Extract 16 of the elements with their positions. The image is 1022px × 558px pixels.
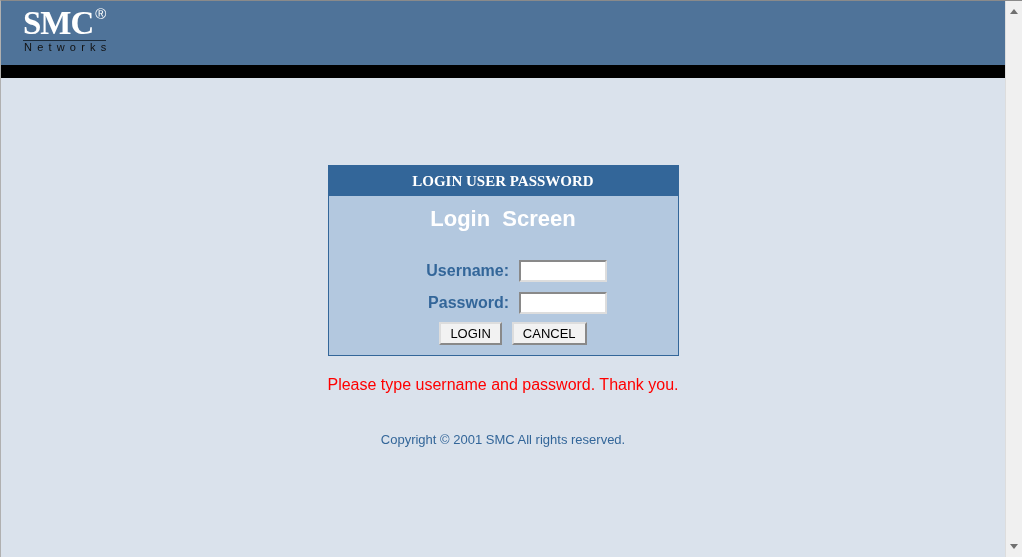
scroll-down-icon[interactable] <box>1010 544 1018 549</box>
field-label: Password: <box>427 294 509 312</box>
copyright-text: Copyright © 2001 SMC All rights reserved. <box>380 432 626 447</box>
logo-text: SMC <box>23 7 94 39</box>
form-button[interactable]: LOGIN <box>439 322 502 345</box>
input-field[interactable] <box>519 292 607 314</box>
logo-subtitle: Networks <box>24 41 112 53</box>
input-field[interactable] <box>519 260 607 282</box>
instruction-message: Please type username and password. Thank you. <box>327 376 679 394</box>
scrollbar[interactable] <box>1005 1 1022 557</box>
login-heading: Login Screen <box>430 206 576 232</box>
form-button[interactable]: CANCEL <box>511 322 587 345</box>
scroll-up-icon[interactable] <box>1010 9 1018 14</box>
panel-title: LOGIN USER PASSWORD <box>328 166 678 196</box>
field-label: Username: <box>425 262 509 280</box>
registered-mark: ® <box>95 7 107 21</box>
